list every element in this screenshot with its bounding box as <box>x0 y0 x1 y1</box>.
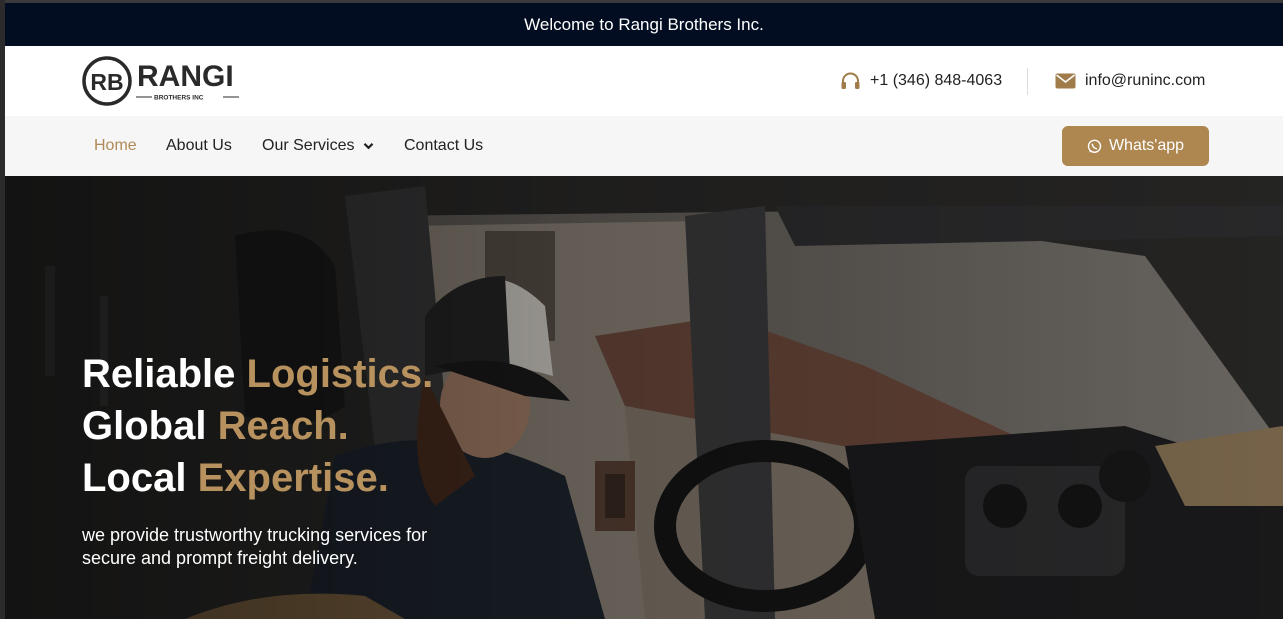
nav-item-our-services[interactable]: Our Services <box>262 116 374 176</box>
logo-monogram: RB <box>90 69 123 95</box>
nav-item-contact-us[interactable]: Contact Us <box>404 116 483 176</box>
hero-headline-line-1: Reliable Logistics. <box>82 348 462 400</box>
logo[interactable]: RB RANGI BROTHERS INC <box>82 55 242 107</box>
hero-headline-accent: Logistics. <box>246 352 434 396</box>
nav-item-label: Our Services <box>262 137 355 154</box>
nav-item-label: Contact Us <box>404 137 484 154</box>
logo-tagline: BROTHERS INC <box>154 95 204 102</box>
hero-headline-accent: Reach. <box>217 404 349 448</box>
hero-headline-line-2: Global Reach. <box>82 400 462 452</box>
hero-headline-accent: Expertise. <box>197 456 389 500</box>
nav-item-about-us[interactable]: About Us <box>166 116 232 176</box>
main-nav: Home About Us Our Services Contact Us Wh… <box>5 116 1283 176</box>
headset-icon <box>839 70 861 92</box>
hero-section: Reliable Logistics. Global Reach. Local … <box>5 176 1283 619</box>
email-contact[interactable]: info@runinc.com <box>1054 46 1205 116</box>
envelope-icon <box>1054 70 1076 92</box>
hero-text: Reliable Logistics. Global Reach. Local … <box>82 348 462 570</box>
nav-item-label: Home <box>94 137 137 154</box>
header: RB RANGI BROTHERS INC +1 (346) 848-4063 <box>5 46 1283 116</box>
hero-headline-plain: Reliable <box>82 352 247 396</box>
hero-headline-line-3: Local Expertise. <box>82 452 462 504</box>
chevron-down-icon <box>363 142 374 150</box>
phone-contact[interactable]: +1 (346) 848-4063 <box>839 46 1002 116</box>
whatsapp-button[interactable]: Whats'app <box>1062 126 1209 166</box>
hero-headline-plain: Global <box>82 404 218 448</box>
contact-divider <box>1027 68 1028 95</box>
nav-item-label: About Us <box>166 137 232 154</box>
nav-item-home[interactable]: Home <box>94 116 137 176</box>
welcome-text: Welcome to Rangi Brothers Inc. <box>524 14 764 34</box>
page: Welcome to Rangi Brothers Inc. RB RANGI … <box>0 0 1283 619</box>
whatsapp-icon <box>1087 139 1102 154</box>
logo-name: RANGI <box>137 60 234 93</box>
top-bar: Welcome to Rangi Brothers Inc. <box>5 0 1283 46</box>
phone-number: +1 (346) 848-4063 <box>870 72 1003 89</box>
hero-headline-plain: Local <box>82 456 198 500</box>
email-address: info@runinc.com <box>1085 72 1206 89</box>
hero-subtitle: we provide trustworthy trucking services… <box>82 525 428 568</box>
whatsapp-button-label: Whats'app <box>1108 137 1185 154</box>
